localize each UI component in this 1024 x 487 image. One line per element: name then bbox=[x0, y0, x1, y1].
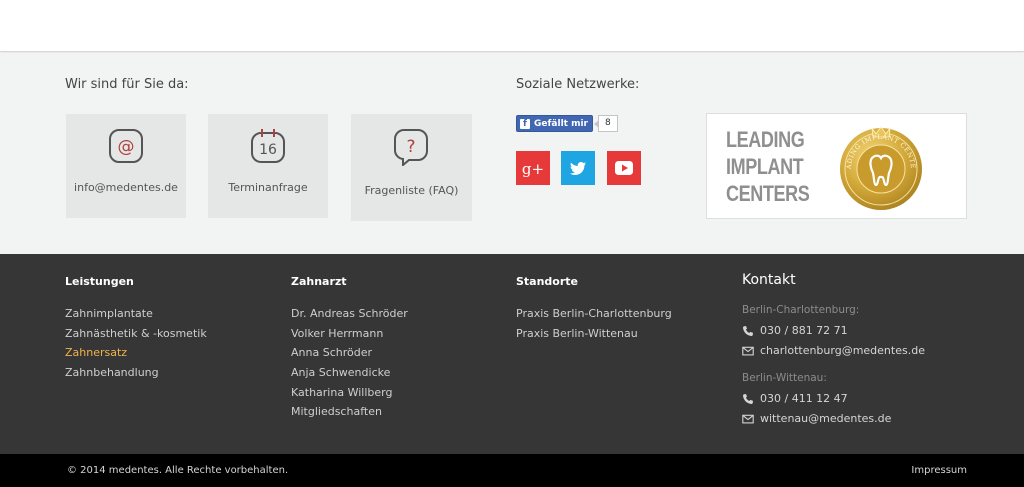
footer-column-kontakt: Kontakt Berlin-Charlottenburg: 030 / 881… bbox=[742, 272, 925, 429]
email-tile-label: info@medentes.de bbox=[74, 181, 178, 194]
footer-link[interactable]: Katharina Willberg bbox=[291, 385, 408, 405]
svg-text:@: @ bbox=[118, 137, 135, 157]
email-line[interactable]: wittenau@medentes.de bbox=[742, 409, 925, 429]
phone-icon bbox=[743, 394, 753, 404]
leading-implant-centers-badge[interactable]: LEADING IMPLANT CENTERS LEADING IMPLANT … bbox=[706, 113, 967, 219]
footer-column-title: Leistungen bbox=[65, 275, 134, 288]
facebook-icon: f bbox=[520, 118, 530, 129]
email-line[interactable]: charlottenburg@medentes.de bbox=[742, 341, 925, 361]
appointment-tile-label: Terminanfrage bbox=[228, 181, 308, 194]
footer-link[interactable]: Volker Herrmann bbox=[291, 326, 408, 346]
footer-link[interactable]: Anna Schröder bbox=[291, 345, 408, 365]
copyright-text: © 2014 medentes. Alle Rechte vorbehalten… bbox=[67, 465, 289, 476]
location-heading: Berlin-Wittenau: bbox=[742, 372, 827, 384]
facebook-like-count: 8 bbox=[594, 115, 618, 132]
envelope-icon bbox=[742, 414, 754, 424]
faq-tile[interactable]: ? Fragenliste (FAQ) bbox=[351, 114, 472, 221]
google-plus-glyph: g+ bbox=[522, 160, 544, 178]
faq-tile-label: Fragenliste (FAQ) bbox=[364, 184, 459, 197]
at-sign-icon: @ bbox=[108, 128, 144, 164]
footer-link[interactable]: Zahnästhetik & -kosmetik bbox=[65, 326, 207, 346]
footer-link-active[interactable]: Zahnersatz bbox=[65, 345, 207, 365]
phone-number[interactable]: 030 / 881 72 71 bbox=[760, 324, 848, 338]
footer-column-title: Zahnarzt bbox=[291, 275, 347, 288]
social-title: Soziale Netzwerke: bbox=[516, 77, 640, 92]
email-tile[interactable]: @ info@medentes.de bbox=[66, 114, 186, 218]
footer-link[interactable]: Zahnimplantate bbox=[65, 306, 207, 326]
phone-line[interactable]: 030 / 881 72 71 bbox=[742, 321, 925, 341]
footer-column-zahnarzt: Zahnarzt Dr. Andreas Schröder Volker Her… bbox=[291, 275, 408, 424]
facebook-like-button[interactable]: f Gefällt mir bbox=[516, 115, 593, 132]
footer-link[interactable]: Mitgliedschaften bbox=[291, 404, 408, 424]
google-plus-icon: g+ bbox=[522, 160, 544, 178]
badge-line: LEADING bbox=[726, 127, 805, 152]
kontakt-title: Kontakt bbox=[742, 272, 796, 288]
calendar-day: 16 bbox=[259, 142, 277, 158]
envelope-icon bbox=[742, 346, 754, 356]
twitter-bird-icon bbox=[570, 162, 586, 175]
footer-link[interactable]: Praxis Berlin-Wittenau bbox=[516, 326, 672, 346]
phone-number[interactable]: 030 / 411 12 47 bbox=[760, 392, 848, 406]
email-address[interactable]: wittenau@medentes.de bbox=[760, 412, 891, 426]
site-footer: Leistungen Zahnimplantate Zahnästhetik &… bbox=[0, 254, 1024, 454]
youtube-button[interactable] bbox=[607, 151, 641, 185]
badge-line: CENTERS bbox=[726, 181, 810, 206]
question-bubble-icon: ? bbox=[393, 128, 429, 168]
footer-link[interactable]: Praxis Berlin-Charlottenburg bbox=[516, 306, 672, 326]
footer-column-title: Standorte bbox=[516, 275, 579, 288]
facebook-like-label: Gefällt mir bbox=[534, 118, 588, 129]
impressum-link[interactable]: Impressum bbox=[911, 465, 967, 476]
top-white-area bbox=[0, 0, 1024, 52]
contact-title: Wir sind für Sie da: bbox=[65, 77, 189, 92]
footer-link[interactable]: Anja Schwendicke bbox=[291, 365, 408, 385]
facebook-like-widget[interactable]: f Gefällt mir 8 bbox=[516, 115, 618, 132]
badge-wordmark: LEADING IMPLANT CENTERS bbox=[726, 126, 810, 207]
youtube-play-icon bbox=[615, 161, 633, 175]
leading-implant-centers-seal-icon: LEADING IMPLANT CENTERS bbox=[836, 122, 922, 210]
question-glyph: ? bbox=[406, 137, 415, 157]
bottom-bar: © 2014 medentes. Alle Rechte vorbehalten… bbox=[0, 454, 1024, 487]
calendar-16-icon: 16 bbox=[250, 128, 286, 164]
phone-icon bbox=[743, 326, 753, 336]
footer-column-leistungen: Leistungen Zahnimplantate Zahnästhetik &… bbox=[65, 275, 207, 385]
phone-line[interactable]: 030 / 411 12 47 bbox=[742, 389, 925, 409]
contact-band: Wir sind für Sie da: @ info@medentes.de … bbox=[0, 53, 1024, 254]
footer-link[interactable]: Dr. Andreas Schröder bbox=[291, 306, 408, 326]
appointment-tile[interactable]: 16 Terminanfrage bbox=[208, 114, 328, 218]
email-address[interactable]: charlottenburg@medentes.de bbox=[760, 344, 925, 358]
twitter-button[interactable] bbox=[561, 151, 595, 185]
location-heading: Berlin-Charlottenburg: bbox=[742, 304, 860, 316]
google-plus-button[interactable]: g+ bbox=[516, 151, 550, 185]
badge-line: IMPLANT bbox=[726, 154, 804, 179]
footer-column-standorte: Standorte Praxis Berlin-Charlottenburg P… bbox=[516, 275, 672, 345]
footer-link[interactable]: Zahnbehandlung bbox=[65, 365, 207, 385]
